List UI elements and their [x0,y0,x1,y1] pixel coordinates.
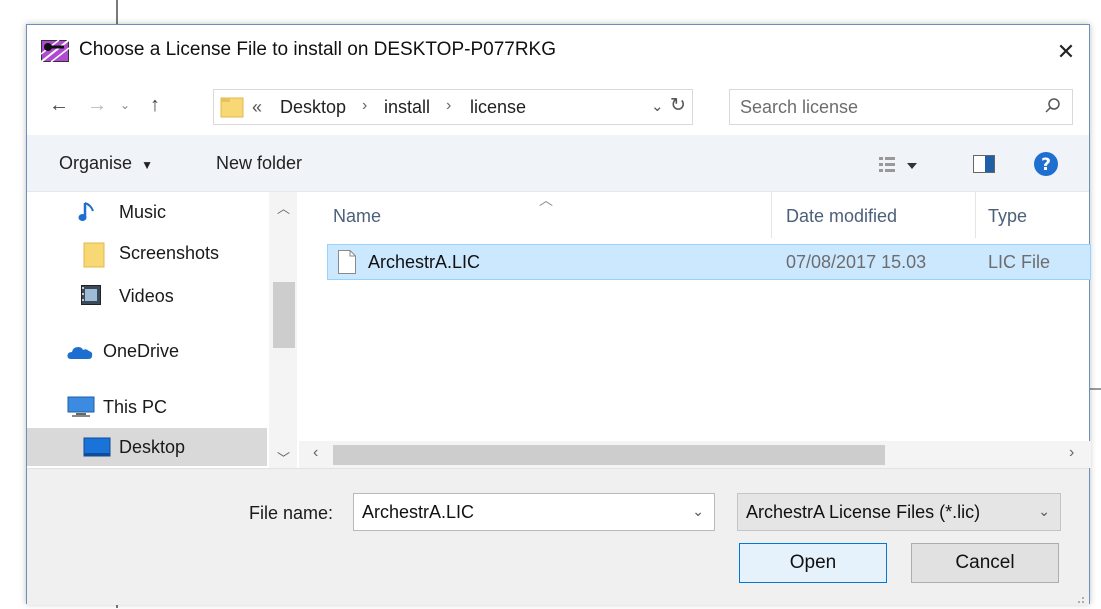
view-options-button[interactable] [879,155,933,180]
scroll-up-icon[interactable]: ︿ [277,198,290,217]
file-type: LIC File [988,252,1051,272]
close-icon: ✕ [1056,39,1076,64]
search-input[interactable]: Search license [729,89,1073,125]
cancel-button[interactable]: Cancel [911,543,1059,583]
file-list: ︿ Name Date modified Type ArchestrA.LIC … [299,192,1091,468]
folder-icon [220,95,244,119]
column-header-label: Name [333,206,382,226]
address-bar[interactable]: « Desktop › install › license ⌄ ↻ [213,89,693,125]
breadcrumb-license[interactable]: license [470,97,526,118]
scrollbar-thumb[interactable] [273,282,295,348]
details-view-icon [879,157,917,172]
refresh-icon[interactable]: ↻ [670,94,686,117]
desktop-icon [83,436,111,458]
chevron-down-icon: ⌄ [119,98,131,112]
resize-grip-icon[interactable] [1075,591,1085,603]
sidebar-item-label: Screenshots [119,243,220,263]
scroll-left-icon[interactable]: ‹ [313,444,318,462]
file-type-select[interactable]: ArchestrA License Files (*.lic) ⌄ [737,493,1061,531]
preview-pane-icon [973,155,995,173]
breadcrumb-separator[interactable]: › [446,97,451,115]
scroll-right-icon[interactable]: › [1069,444,1074,462]
file-name-value: ArchestrA.LIC [362,502,475,522]
caret-down-icon: ▼ [141,158,153,172]
new-folder-button[interactable]: New folder [216,153,302,174]
forward-arrow-icon: → [87,93,107,116]
help-button[interactable]: ? [1033,151,1059,182]
chevron-down-icon[interactable]: ⌄ [692,503,704,520]
help-icon: ? [1034,152,1058,176]
app-icon [40,39,70,63]
breadcrumb-install[interactable]: install [384,97,430,118]
command-toolbar: Organise ▼ New folder ? [27,135,1089,192]
sidebar-item-music[interactable]: Music [27,193,267,231]
search-icon[interactable] [1044,97,1062,115]
dialog-footer: File name: ArchestrA.LIC ⌄ ArchestrA Lic… [27,468,1089,605]
up-arrow-icon: ↑ [150,93,160,116]
svg-text:?: ? [1041,155,1051,175]
chevron-down-icon: ⌄ [1038,503,1050,519]
sidebar-item-label: Music [119,202,167,222]
sidebar-item-label: Desktop [119,437,186,457]
forward-button[interactable]: → [81,89,113,121]
navigation-pane: Music Screenshots Videos OneDrive This P… [27,192,297,468]
back-button[interactable]: ← [43,89,75,121]
file-row[interactable]: ArchestrA.LIC 07/08/2017 15.03 LIC File [327,244,1091,280]
column-header-name[interactable]: Name [299,192,769,238]
column-header-label: Date modified [786,206,898,226]
overflow-chevron[interactable]: « [252,97,262,118]
file-type-value: ArchestrA License Files (*.lic) [746,502,981,522]
video-icon [81,285,103,307]
address-dropdown-icon[interactable]: ⌄ [651,97,664,115]
scrollbar-thumb[interactable] [333,445,885,465]
computer-icon [67,396,95,418]
file-list-horizontal-scrollbar[interactable]: ‹ › [299,441,1091,468]
title-bar: Choose a License File to install on DESK… [27,25,1089,79]
background-window-edge [116,0,118,24]
recent-locations-button[interactable]: ⌄ [115,89,135,121]
breadcrumb-desktop[interactable]: Desktop [280,97,346,118]
back-arrow-icon: ← [49,93,69,116]
column-header-date[interactable]: Date modified [772,192,974,238]
background-divider [1090,388,1101,390]
sidebar-item-label: This PC [103,397,168,417]
file-name-input[interactable]: ArchestrA.LIC ⌄ [353,493,715,531]
music-icon [77,201,99,223]
column-header-label: Type [988,206,1028,226]
preview-pane-button[interactable] [973,155,995,178]
up-button[interactable]: ↑ [139,89,171,121]
sidebar-item-videos[interactable]: Videos [27,277,267,315]
file-open-dialog: Choose a License File to install on DESK… [26,24,1091,605]
open-button[interactable]: Open [739,543,887,583]
sidebar-item-label: Videos [119,286,174,306]
folder-icon [83,242,105,268]
navigation-pane-scrollbar[interactable]: ︿ ﹀ [269,192,297,468]
sidebar-item-screenshots[interactable]: Screenshots [27,234,267,272]
column-header-type[interactable]: Type [976,192,1091,238]
dialog-title: Choose a License File to install on DESK… [79,39,556,60]
file-name-label: File name: [249,503,334,523]
sidebar-item-onedrive[interactable]: OneDrive [27,332,267,370]
file-date: 07/08/2017 15.03 [786,252,927,272]
sidebar-item-this-pc[interactable]: This PC [27,388,267,426]
sidebar-item-label: OneDrive [103,341,180,361]
close-button[interactable]: ✕ [1043,31,1089,73]
file-icon [338,250,356,274]
breadcrumb-separator[interactable]: › [362,97,367,115]
organise-label: Organise [59,153,133,173]
file-name: ArchestrA.LIC [368,252,481,272]
organise-button[interactable]: Organise ▼ [59,153,153,174]
search-placeholder: Search license [740,97,859,117]
onedrive-icon [67,344,93,366]
sidebar-item-desktop[interactable]: Desktop [27,428,267,466]
scroll-down-icon[interactable]: ﹀ [277,448,290,467]
